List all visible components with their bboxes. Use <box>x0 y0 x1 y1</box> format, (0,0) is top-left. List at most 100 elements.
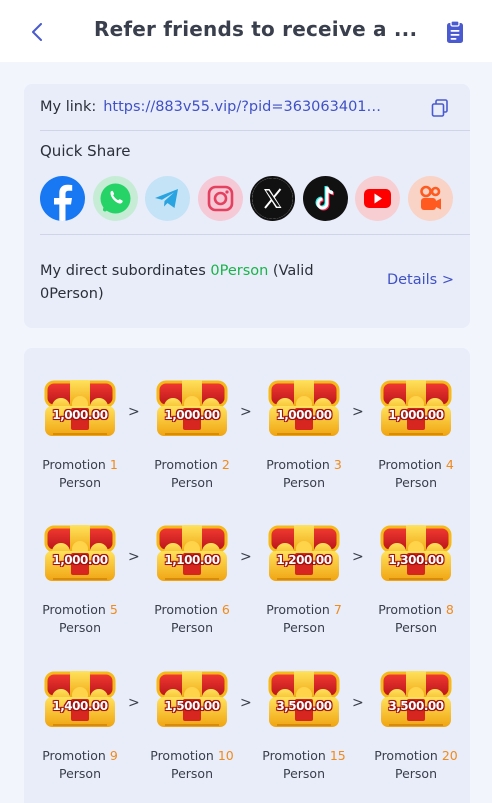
tier-count: 9 <box>109 748 118 763</box>
tier-label: Promotion 6 Person <box>147 601 237 637</box>
youtube-icon <box>364 189 391 208</box>
tier-label-text: Promotion <box>42 748 106 763</box>
next-arrow-icon: > <box>240 404 252 420</box>
link-row: My link: https://883v55.vip/?pid=3630634… <box>40 96 454 118</box>
next-arrow-icon: > <box>128 549 140 565</box>
share-facebook-button[interactable] <box>40 176 85 221</box>
tier-label: Promotion 7 Person <box>259 601 349 637</box>
tier-label-text: Promotion <box>266 457 330 472</box>
next-arrow-icon: > <box>240 695 252 711</box>
share-youtube-button[interactable] <box>355 176 400 221</box>
tier-unit: Person <box>58 475 101 490</box>
share-tiktok-button[interactable] <box>302 176 348 221</box>
treasure-chest-icon: 1,000.00 <box>153 376 231 440</box>
tier-unit: Person <box>282 766 325 781</box>
treasure-chest-icon: 1,400.00 <box>41 667 119 731</box>
referral-link[interactable]: https://883v55.vip/?pid=3630634011&... <box>103 99 385 115</box>
instagram-icon <box>207 185 233 212</box>
link-label: My link: <box>40 99 97 115</box>
reward-tier: 1,000.00 Promotion 2 Person <box>147 376 237 492</box>
facebook-icon <box>54 184 73 221</box>
treasure-chest-icon: 1,100.00 <box>153 521 231 585</box>
reward-tier: 3,500.00 Promotion 20 Person <box>371 667 461 783</box>
tier-label: Promotion 4 Person <box>371 456 461 492</box>
treasure-chest-icon: 1,200.00 <box>265 521 343 585</box>
tiktok-icon <box>314 185 334 211</box>
reward-amount: 1,000.00 <box>52 553 108 567</box>
rewards-card: 1,000.00 Promotion 1 Person 1,000.00 Promot… <box>24 348 470 803</box>
next-arrow-icon: > <box>128 695 140 711</box>
tier-unit: Person <box>282 620 325 635</box>
tier-unit: Person <box>394 766 437 781</box>
whatsapp-icon <box>100 183 130 214</box>
treasure-chest-icon: 3,500.00 <box>377 667 455 731</box>
tier-unit: Person <box>170 766 213 781</box>
tier-label: Promotion 5 Person <box>35 601 125 637</box>
share-whatsapp-button[interactable] <box>92 176 138 221</box>
reward-amount: 1,000.00 <box>164 408 220 422</box>
tier-count: 1 <box>109 457 118 472</box>
tier-count: 15 <box>329 748 346 763</box>
tier-label: Promotion 8 Person <box>371 601 461 637</box>
referral-page: Refer friends to receive a ... My link: … <box>0 0 492 803</box>
chevron-left-icon <box>32 23 42 41</box>
treasure-chest-icon: 1,000.00 <box>377 376 455 440</box>
reward-tier: 1,000.00 Promotion 1 Person <box>35 376 125 492</box>
clipboard-button[interactable] <box>444 20 466 44</box>
tier-label-text: Promotion <box>150 748 214 763</box>
reward-tier: 1,500.00 Promotion 10 Person <box>147 667 237 783</box>
next-arrow-icon: > <box>352 695 364 711</box>
copy-button[interactable] <box>430 98 450 118</box>
telegram-icon <box>155 189 178 208</box>
copy-icon <box>431 99 448 117</box>
share-kuaishou-button[interactable] <box>407 176 453 221</box>
subordinates-prefix: My direct subordinates <box>40 263 211 279</box>
reward-tier: 1,200.00 Promotion 7 Person <box>259 521 349 637</box>
kuaishou-icon <box>419 185 441 210</box>
tier-label-text: Promotion <box>154 457 218 472</box>
tier-label-text: Promotion <box>154 602 218 617</box>
reward-tier: 1,000.00 Promotion 3 Person <box>259 376 349 492</box>
header: Refer friends to receive a ... <box>0 0 492 62</box>
reward-amount: 1,400.00 <box>52 699 108 713</box>
reward-amount: 3,500.00 <box>388 699 444 713</box>
subordinates-text: My direct subordinates 0Person (Valid 0P… <box>40 260 340 306</box>
tier-label: Promotion 1 Person <box>35 456 125 492</box>
treasure-chest-icon: 1,500.00 <box>153 667 231 731</box>
tier-unit: Person <box>170 620 213 635</box>
reward-tier: 1,000.00 Promotion 5 Person <box>35 521 125 637</box>
tier-count: 7 <box>333 602 342 617</box>
share-row <box>40 176 460 221</box>
tier-count: 5 <box>109 602 118 617</box>
reward-amount: 1,500.00 <box>164 699 220 713</box>
tier-label-text: Promotion <box>266 602 330 617</box>
invite-card: My link: https://883v55.vip/?pid=3630634… <box>24 84 470 328</box>
share-instagram-button[interactable] <box>197 176 243 221</box>
reward-tier: 1,000.00 Promotion 4 Person <box>371 376 461 492</box>
treasure-chest-icon: 1,000.00 <box>41 521 119 585</box>
tier-count: 4 <box>445 457 454 472</box>
details-link[interactable]: Details > <box>387 272 454 288</box>
treasure-chest-icon: 1,300.00 <box>377 521 455 585</box>
tier-unit: Person <box>394 620 437 635</box>
tier-label-text: Promotion <box>378 602 442 617</box>
tier-label-text: Promotion <box>42 457 106 472</box>
reward-amount: 1,000.00 <box>276 408 332 422</box>
quick-share-label: Quick Share <box>40 142 131 160</box>
share-x-button[interactable] <box>250 176 295 221</box>
tier-count: 3 <box>333 457 342 472</box>
next-arrow-icon: > <box>352 404 364 420</box>
tier-label-text: Promotion <box>378 457 442 472</box>
divider <box>40 130 470 131</box>
back-button[interactable] <box>24 19 50 45</box>
divider <box>40 234 470 235</box>
tier-label-text: Promotion <box>374 748 438 763</box>
tier-label: Promotion 10 Person <box>147 747 237 783</box>
reward-tier: 3,500.00 Promotion 15 Person <box>259 667 349 783</box>
reward-tier: 1,300.00 Promotion 8 Person <box>371 521 461 637</box>
tier-count: 2 <box>221 457 230 472</box>
share-telegram-button[interactable] <box>145 176 190 221</box>
treasure-chest-icon: 3,500.00 <box>265 667 343 731</box>
treasure-chest-icon: 1,000.00 <box>265 376 343 440</box>
tier-count: 6 <box>221 602 230 617</box>
